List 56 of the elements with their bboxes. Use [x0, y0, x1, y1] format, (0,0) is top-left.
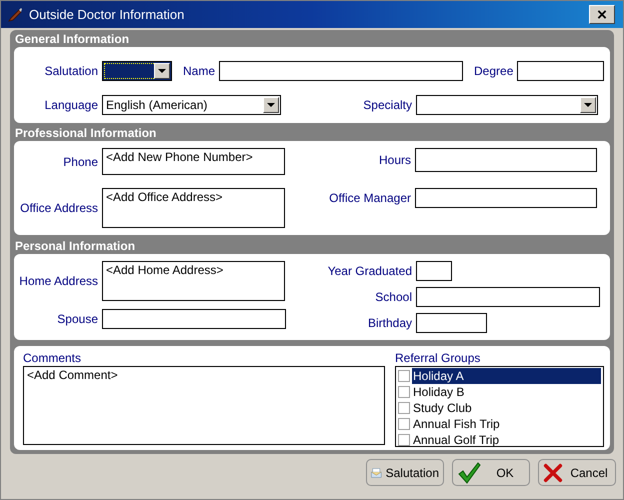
dropdown[interactable] — [416, 95, 598, 115]
text-field[interactable]: <Add Office Address> — [102, 188, 285, 228]
window-title: Outside Doctor Information — [29, 7, 186, 22]
checkbox[interactable] — [398, 370, 410, 382]
cancel-button[interactable]: Cancel — [538, 459, 616, 486]
section-heading: Personal Information — [14, 239, 136, 254]
text-field[interactable] — [416, 287, 600, 307]
list-item[interactable]: Holiday B — [412, 384, 601, 400]
caret-icon — [154, 63, 170, 79]
field-label: Office Manager — [328, 191, 412, 205]
salutation-button[interactable]: Salutation — [366, 459, 444, 486]
field-label: Comments — [23, 351, 82, 366]
text-field[interactable] — [416, 261, 452, 281]
check-icon — [457, 462, 481, 484]
field-label: School — [374, 290, 413, 304]
dropdown[interactable]: English (American) — [102, 95, 281, 115]
field-label: Referral Groups — [395, 351, 482, 366]
checkbox[interactable] — [398, 418, 410, 430]
text-field[interactable] — [517, 61, 604, 81]
checkbox[interactable] — [398, 386, 410, 398]
list-item[interactable]: Study Club — [412, 400, 601, 416]
text-field[interactable]: <Add New Phone Number> — [102, 148, 285, 175]
field-label: Name — [182, 64, 216, 78]
close-button[interactable] — [589, 5, 615, 24]
field-label: Specialty — [362, 98, 413, 112]
field-label: Year Graduated — [326, 264, 413, 278]
field-label: Home Address — [18, 274, 99, 288]
caret-icon — [263, 97, 279, 113]
field-label: Office Address — [19, 201, 99, 215]
dropdown[interactable] — [102, 61, 172, 81]
text-field[interactable]: <Add Home Address> — [102, 261, 285, 301]
text-field[interactable] — [416, 313, 487, 333]
text-field[interactable] — [102, 309, 286, 329]
close-icon — [597, 10, 607, 19]
ok-button[interactable]: OK — [452, 459, 530, 486]
checkbox[interactable] — [398, 402, 410, 414]
field-label: Language — [44, 98, 99, 112]
text-field[interactable] — [415, 188, 597, 208]
section-heading: General Information — [14, 32, 130, 47]
field-label: Birthday — [366, 316, 413, 330]
pen-icon — [7, 6, 23, 22]
list-item[interactable]: Holiday A — [412, 368, 601, 384]
field-label: Salutation — [44, 64, 99, 78]
caret-icon — [580, 97, 596, 113]
comments-field[interactable]: <Add Comment> — [23, 366, 385, 445]
field-label: Hours — [378, 153, 412, 167]
section-heading: Professional Information — [14, 126, 158, 141]
cross-icon — [543, 462, 563, 482]
field-label: Spouse — [56, 312, 99, 326]
list-item[interactable]: Annual Golf Trip — [412, 432, 601, 448]
field-label: Degree — [473, 64, 514, 78]
text-field[interactable] — [415, 148, 597, 172]
checkbox[interactable] — [398, 434, 410, 446]
text-field[interactable] — [219, 61, 464, 81]
list-item[interactable]: Annual Fish Trip — [412, 416, 601, 432]
field-label: Phone — [62, 154, 99, 168]
